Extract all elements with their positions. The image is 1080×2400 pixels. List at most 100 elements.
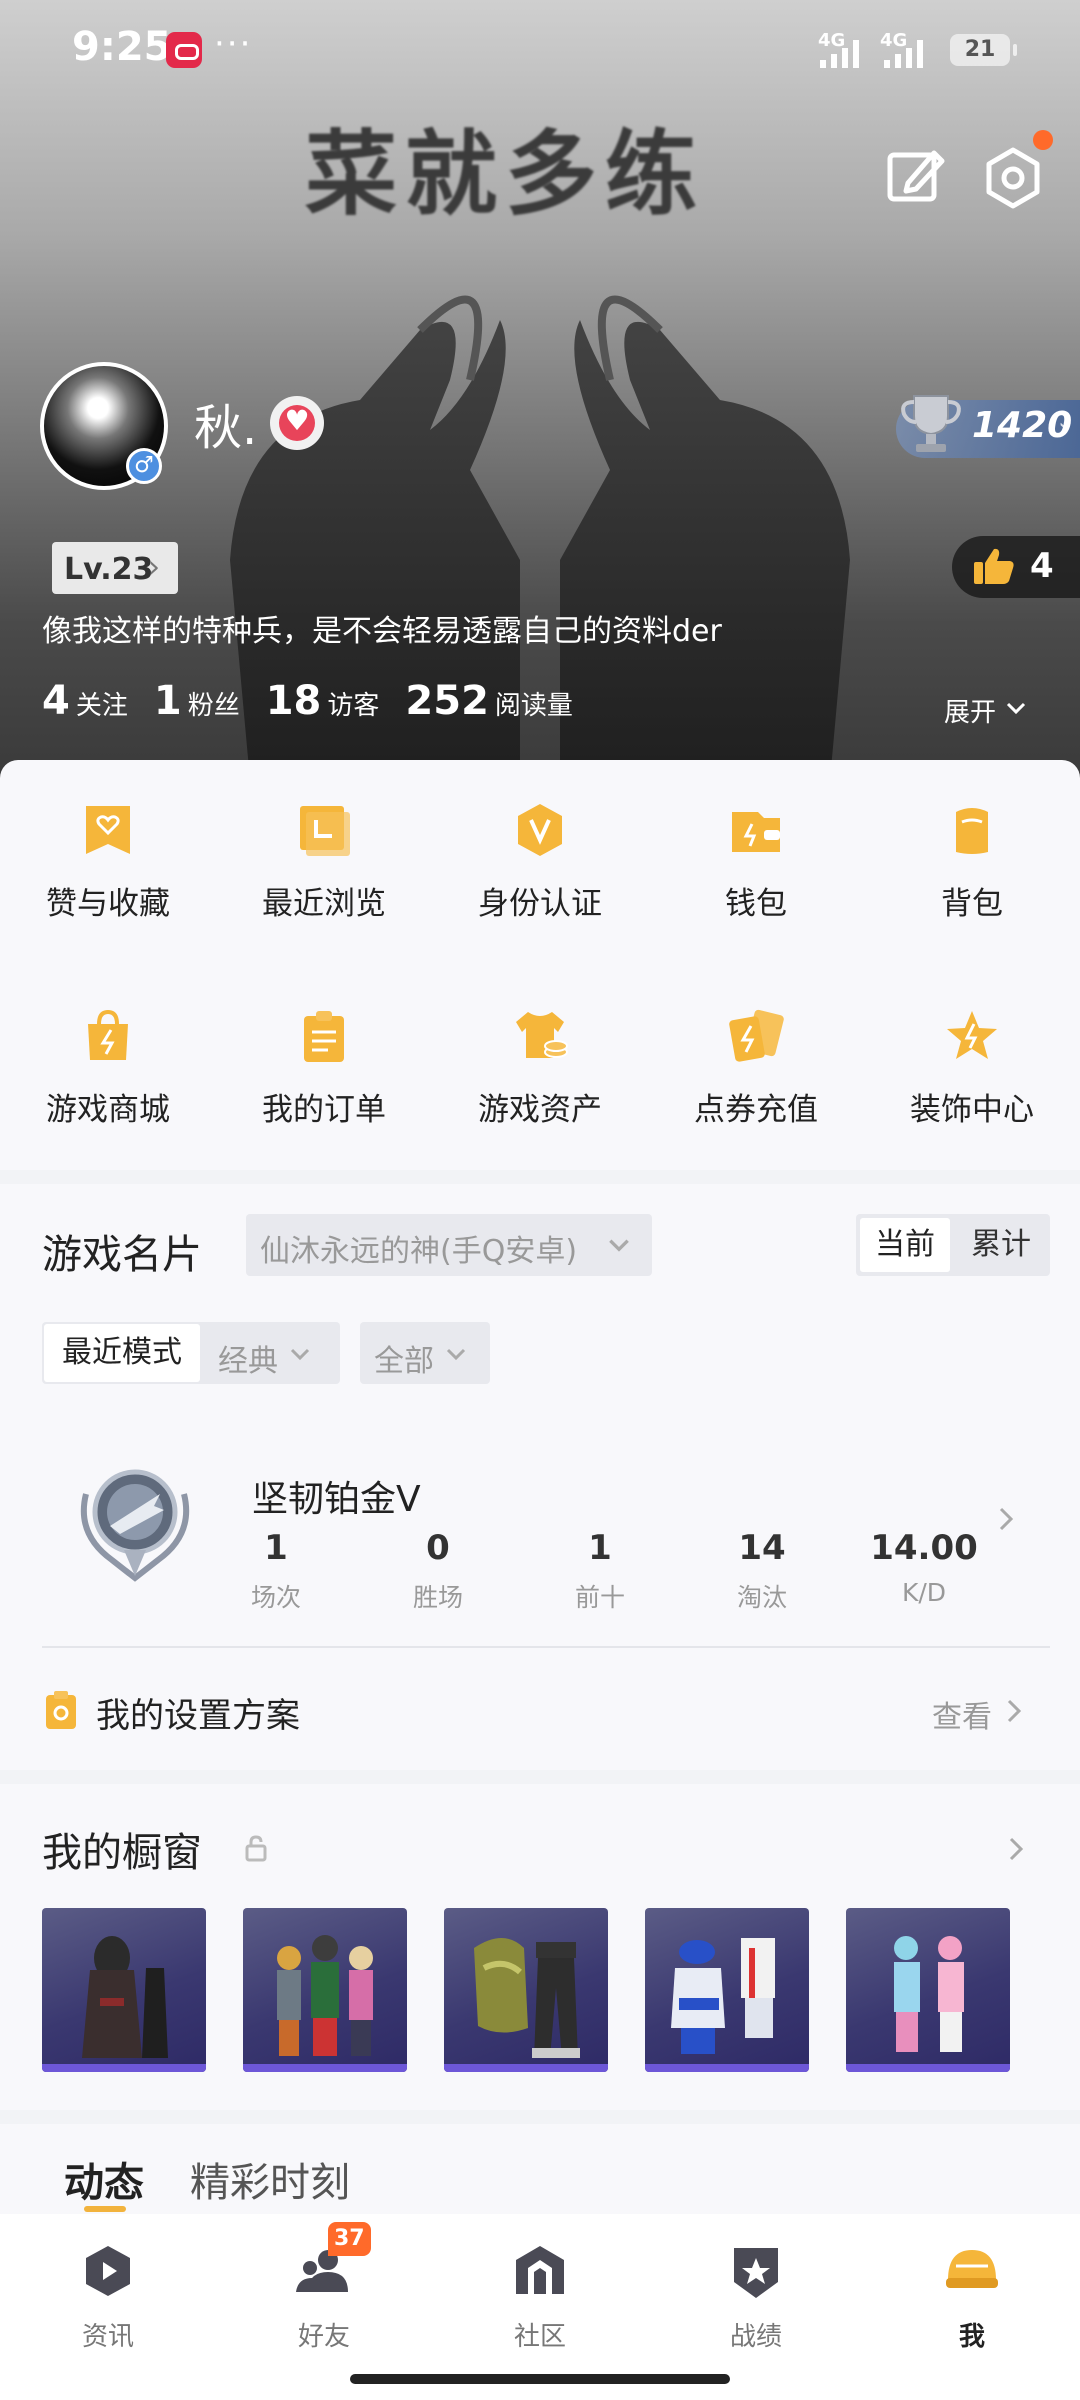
menu-label: 钱包 [725,886,787,922]
my-settings-plan[interactable]: 我的设置方案 [96,1688,300,1737]
menu-my-orders[interactable]: 我的订单 [216,1008,432,1158]
mode-recent-button[interactable]: 最近模式 [44,1324,200,1382]
menu-label: 身份认证 [478,886,602,922]
following-label[interactable]: 关注 [76,685,128,722]
menu-game-store[interactable]: 游戏商城 [0,1008,216,1158]
showcase-item[interactable] [243,1908,407,2072]
menu-coupon-recharge[interactable]: 点券充值 [648,1008,864,1158]
server-select-value: 仙沐永远的神(手Q安卓) [260,1234,578,1269]
visitors-count[interactable]: 18 [266,678,322,724]
pink-blue-outfit-icon [894,1936,964,2052]
username: 秋. [194,400,258,456]
menu-backpack[interactable]: 背包 [864,802,1080,952]
nav-friends[interactable]: 好友 [216,2234,432,2354]
bottom-nav: 资讯 好友 社区 战绩 我 [0,2214,1080,2400]
chevron-right-icon: › [1058,411,1070,444]
wallet-icon [732,812,780,852]
order-clipboard-icon [304,1011,344,1062]
signal-bars-2-icon [884,40,923,68]
menu-label: 背包 [941,886,1003,922]
tab-highlights[interactable]: 精彩时刻 [190,2150,350,2208]
verify-v-icon [518,804,562,856]
stat-wins: 0 胜场 [358,1528,518,1614]
menu-label: 赞与收藏 [46,886,170,922]
reads-label: 阅读量 [494,691,573,721]
scope-filter-select[interactable]: 全部 [360,1322,490,1384]
reads-count: 252 [405,678,489,724]
more-notifications-icon: ··· [214,24,253,64]
stat-kills: 14 淘汰 [682,1528,842,1614]
app-notification-icon [166,32,202,68]
stat-label: K/D [901,1578,947,1607]
gender-male-icon: ♂ [126,448,162,484]
nav-label: 我 [958,2322,985,2352]
shopping-bag-icon [88,1009,128,1060]
profile-stats: 4 关注 1 粉丝 18 访客 252 阅读量 [42,678,599,724]
lock-icon [245,1835,267,1862]
showcase-item[interactable] [645,1908,809,2072]
following-count[interactable]: 4 [42,678,70,724]
nav-me[interactable]: 我 [864,2234,1080,2354]
menu-decor-center[interactable]: 装饰中心 [864,1008,1080,1158]
nav-label: 战绩 [729,2322,782,2352]
chevron-right-icon[interactable] [996,1504,1016,1534]
profile-header: 9:25 ··· 4G 4G 21 菜就多练 ♂ 秋. ♥ 1420 › Lv.… [0,0,1080,780]
divider [42,1646,1050,1648]
scope-filter-value: 全部 [374,1344,434,1379]
showcase-item[interactable] [444,1908,608,2072]
menu-recent-browse[interactable]: 最近浏览 [216,802,432,952]
menu-game-assets[interactable]: 游戏资产 [432,1008,648,1158]
stat-value: 1 [588,1528,612,1568]
expand-button[interactable]: 展开 [944,692,996,729]
fans-label[interactable]: 粉丝 [188,685,240,722]
cover-title: 菜就多练 [304,121,705,228]
coupon-recharge-icon [729,1009,784,1062]
nav-news[interactable]: 资讯 [0,2234,216,2354]
view-button[interactable]: 查看 [932,1692,992,1736]
stat-label: 场次 [250,1583,301,1612]
white-blue-outfit-icon [671,1938,775,2054]
settings-notification-dot [1033,130,1053,150]
thumbs-up-icon [974,548,1014,584]
showcase-item[interactable] [42,1908,206,2072]
battery-indicator: 21 [950,34,1017,66]
level-text: Lv.23 [64,552,154,587]
fans-count[interactable]: 1 [154,678,182,724]
nav-community[interactable]: 社区 [432,2234,648,2354]
bookmark-heart-icon [86,806,130,854]
server-select[interactable]: 仙沐永远的神(手Q安卓) [246,1214,652,1276]
mode-classic-select[interactable]: 经典 [218,1336,278,1380]
visitors-label[interactable]: 访客 [327,685,379,722]
settings-icon[interactable] [980,145,1046,211]
chevron-down-icon [609,1239,629,1252]
showcase-title: 我的橱窗 [42,1830,202,1876]
tab-activity[interactable]: 动态 [64,2150,144,2208]
menu-label: 游戏商城 [46,1092,170,1128]
chevron-down-icon [1006,702,1026,715]
status-bar: 9:25 ··· 4G 4G 21 [0,0,1080,100]
showcase-item[interactable] [846,1908,1010,2072]
chevron-right-icon[interactable] [1006,1834,1026,1864]
stat-kd: 14.00 K/D [844,1528,1004,1607]
community-house-icon [516,2246,564,2294]
menu-identity-verify[interactable]: 身份认证 [432,802,648,952]
status-time: 9:25 [72,24,172,70]
friends-notification-badge: 37 [328,2222,371,2256]
toggle-current[interactable]: 当前 [860,1218,950,1272]
chevron-right-icon [1007,1699,1022,1723]
stats-range-toggle: 当前 累计 [856,1214,1050,1276]
dark-hooded-outfit-icon [82,1936,168,2058]
toggle-total[interactable]: 累计 [956,1218,1046,1272]
camo-cloak-outfit-icon [474,1938,580,2058]
recent-folder-icon [300,806,350,856]
heart-badge-icon[interactable]: ♥ [270,396,324,450]
menu-wallet[interactable]: 钱包 [648,802,864,952]
home-indicator[interactable] [350,2374,730,2384]
nav-records[interactable]: 战绩 [648,2234,864,2354]
rank-name: 坚韧铂金V [252,1479,421,1520]
stat-value: 1 [264,1528,288,1568]
level-badge[interactable]: Lv.23 › [52,542,178,594]
edit-profile-icon[interactable] [884,145,946,207]
menu-likes-favorites[interactable]: 赞与收藏 [0,802,216,952]
stat-value: 14 [738,1528,786,1568]
